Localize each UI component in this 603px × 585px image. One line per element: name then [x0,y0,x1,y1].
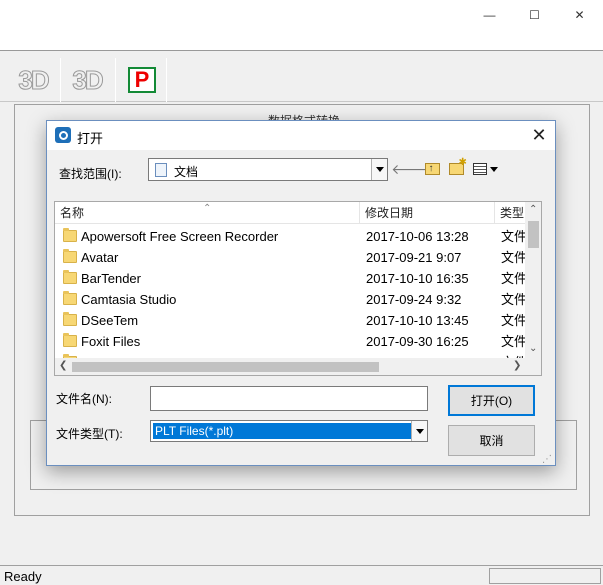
file-type: 文件 [501,334,525,349]
toolbar-3d-disabled-button[interactable]: 3D [64,60,110,100]
table-row[interactable]: Avatar 2017-09-21 9:07 文件 [55,247,525,268]
status-pane [489,568,601,584]
file-name: Apowersoft Free Screen Recorder [81,229,279,244]
file-modified: 2017-10-06 13:28 [366,229,469,244]
toolbar-3d-button[interactable]: 3D [10,60,56,100]
horizontal-scrollbar[interactable]: ❮ ❯ [55,358,525,375]
status-text: Ready [4,569,42,584]
look-in-label: 查找范围(I): [59,167,122,181]
file-list[interactable]: 名称 ⌃ 修改日期 类型 Apowersoft Free Screen Reco… [54,201,542,376]
table-row[interactable]: Camtasia Studio 2017-09-24 9:32 文件 [55,289,525,310]
table-row[interactable]: BarTender 2017-10-10 16:35 文件 [55,268,525,289]
column-header-name[interactable]: 名称 ⌃ [55,202,360,224]
table-row[interactable]: DSeeTem 2017-10-10 13:45 文件 [55,310,525,331]
maximize-button[interactable]: ☐ [512,0,557,30]
cancel-button[interactable]: 取消 [448,425,535,456]
file-name: BarTender [81,271,141,286]
folder-icon [63,312,77,326]
file-modified: 2017-09-24 9:32 [366,292,462,307]
table-row[interactable]: Foxit Files 2017-09-30 16:25 文件 [55,331,525,352]
minimize-button[interactable]: — [467,0,512,30]
file-type: 文件 [501,250,525,265]
toolbar-separator [166,58,167,102]
app-icon [55,127,71,143]
file-name: Avatar [81,250,119,265]
main-titlebar: — ☐ ✕ [0,0,603,32]
horizontal-scroll-thumb[interactable] [72,362,379,372]
file-modified: 2017-10-10 16:35 [366,271,469,286]
file-type: 文件 [501,271,525,286]
look-in-dropdown[interactable]: 文档 [148,158,388,181]
file-list-header: 名称 ⌃ 修改日期 类型 [55,202,525,224]
3d-crossed-icon: 3D [72,64,104,95]
folder-icon [63,249,77,263]
close-button[interactable]: ✕ [557,0,602,30]
scroll-down-icon[interactable]: ⌄ [529,343,537,354]
scroll-right-icon[interactable]: ❯ [513,360,521,371]
toolbar-separator [115,58,116,102]
filetype-dropdown[interactable]: PLT Files(*.plt) [150,420,428,442]
dialog-titlebar: 打开 ✕ [47,121,555,150]
dialog-close-button[interactable]: ✕ [525,123,553,147]
filename-label: 文件名(N): [56,392,112,406]
file-type: 文件 [501,313,525,328]
chevron-down-icon[interactable] [411,421,427,441]
up-folder-icon[interactable]: ↑ [422,159,442,179]
scroll-corner [525,358,541,375]
back-arrow-icon[interactable]: 🡐 [391,159,429,179]
folder-icon [63,333,77,347]
scroll-left-icon[interactable]: ❮ [59,360,67,371]
open-button[interactable]: 打开(O) [448,385,535,416]
folder-icon [63,228,77,242]
file-name: Foxit Files [81,334,141,349]
column-header-type[interactable]: 类型 [495,202,525,224]
file-modified: 2017-09-21 9:07 [366,250,462,265]
document-folder-icon [155,163,167,177]
filetype-label: 文件类型(T): [56,427,123,441]
file-name: DSeeTem [81,313,139,328]
new-folder-icon[interactable]: ✱ [446,157,467,179]
column-header-modified[interactable]: 修改日期 [360,202,495,224]
status-bar: Ready [0,565,603,585]
dialog-title: 打开 [77,131,104,146]
filetype-value: PLT Files(*.plt) [153,423,411,439]
toolbar-p-button[interactable]: P [119,60,165,100]
p-icon: P [128,67,156,93]
file-modified: 2017-10-10 13:45 [366,313,469,328]
scroll-up-icon[interactable]: ⌃ [529,204,537,215]
look-in-value: 文档 [174,165,199,179]
file-type: 文件 [501,229,525,244]
3d-icon: 3D [18,64,50,95]
file-type: 文件 [501,292,525,307]
folder-icon [63,270,77,284]
chevron-down-icon[interactable] [371,159,387,180]
folder-icon [63,291,77,305]
toolbar-separator [60,58,61,102]
vertical-scrollbar[interactable]: ⌃ ⌄ [525,202,541,358]
toolbar: 3D 3D P [0,52,603,102]
filename-input[interactable] [150,386,428,411]
view-menu-icon[interactable] [470,159,500,179]
file-name: Camtasia Studio [81,292,177,307]
file-modified: 2017-09-30 16:25 [366,334,469,349]
vertical-scroll-thumb[interactable] [528,221,539,248]
resize-grip-icon[interactable]: ⋰ [542,454,552,465]
menu-bar [0,32,603,51]
table-row[interactable]: Apowersoft Free Screen Recorder 2017-10-0… [55,226,525,247]
sort-ascending-icon: ⌃ [203,203,212,214]
